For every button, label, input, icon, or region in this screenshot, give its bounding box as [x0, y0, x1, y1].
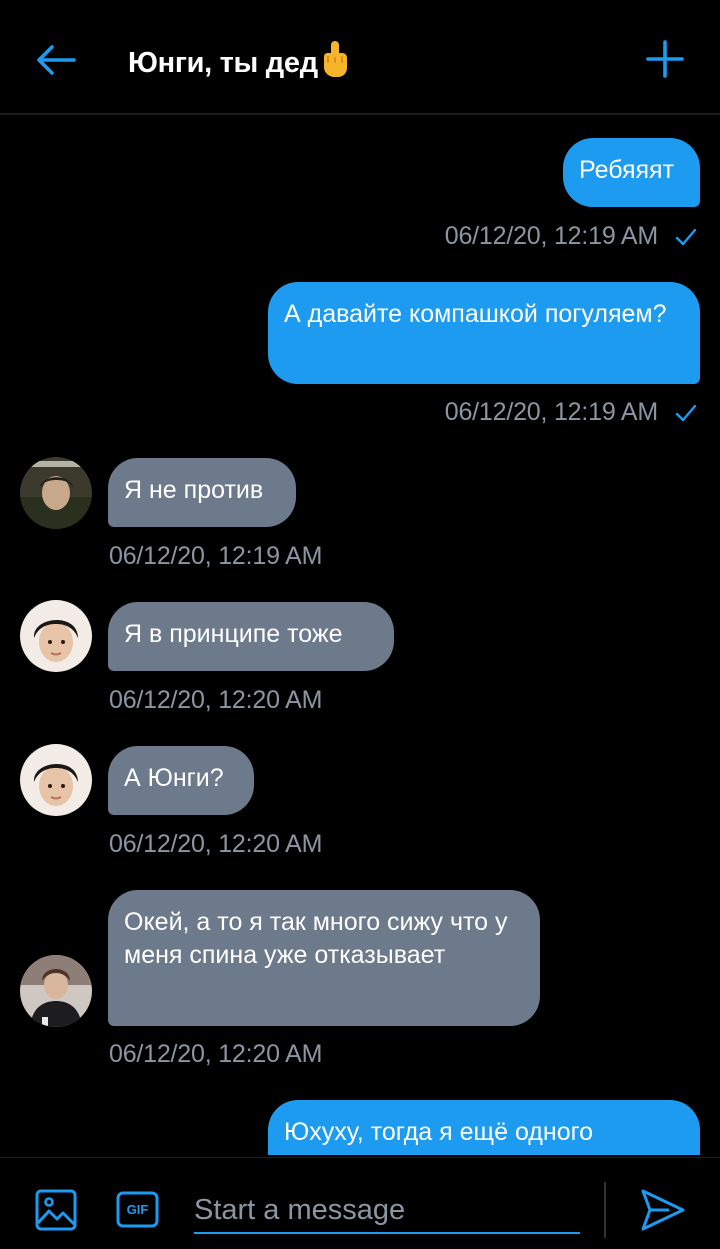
gif-button[interactable]: GIF [116, 1191, 159, 1228]
message-text: Я в принципе тоже [124, 620, 343, 648]
outgoing-message-bubble[interactable]: Ребяяят [563, 138, 700, 207]
middle-finger-emoji-icon [321, 40, 349, 86]
message-text: Окей, а то я так много сижу что у меня с… [124, 908, 508, 969]
incoming-message-bubble[interactable]: Я не против [108, 458, 296, 527]
message-text: А Юнги? [124, 764, 224, 792]
message-timestamp: 06/12/20, 12:19 AM [445, 222, 696, 251]
media-button[interactable] [35, 1189, 77, 1231]
message-timestamp: 06/12/20, 12:20 AM [109, 1040, 323, 1068]
message-list[interactable]: Ребяяят 06/12/20, 12:19 AM А давайте ком… [0, 115, 720, 1155]
message-timestamp: 06/12/20, 12:20 AM [109, 830, 323, 858]
add-participant-button[interactable] [638, 32, 692, 86]
avatar[interactable] [20, 457, 92, 529]
avatar[interactable] [20, 600, 92, 672]
send-icon [641, 1189, 685, 1231]
message-timestamp: 06/12/20, 12:19 AM [109, 542, 323, 570]
message-text: Юхуху, тогда я ещё одного [284, 1118, 594, 1146]
incoming-message-bubble[interactable]: Окей, а то я так много сижу что у меня с… [108, 890, 540, 1026]
message-input[interactable] [194, 1188, 580, 1234]
back-button[interactable] [30, 34, 82, 86]
message-text: Ребяяят [579, 156, 675, 184]
avatar[interactable] [20, 744, 92, 816]
image-icon [35, 1189, 77, 1231]
conversation-title[interactable]: Юнги, ты дед [128, 40, 349, 86]
outgoing-message-bubble[interactable]: А давайте компашкой погуляем? [268, 282, 700, 384]
incoming-message-bubble[interactable]: А Юнги? [108, 746, 254, 815]
gif-label: GIF [126, 1202, 149, 1217]
composer-divider [604, 1182, 606, 1238]
message-text: А давайте компашкой погуляем? [284, 300, 667, 328]
outgoing-message-bubble[interactable]: Юхуху, тогда я ещё одного [268, 1100, 700, 1155]
conversation-title-text: Юнги, ты дед [128, 46, 318, 79]
incoming-message-bubble[interactable]: Я в принципе тоже [108, 602, 394, 671]
send-button[interactable] [640, 1188, 686, 1232]
arrow-left-icon [37, 45, 76, 75]
message-composer: GIF [0, 1157, 720, 1249]
chat-header: Юнги, ты дед [0, 0, 720, 115]
check-icon [676, 228, 696, 245]
message-text: Я не против [124, 476, 264, 504]
check-icon [676, 404, 696, 421]
message-timestamp: 06/12/20, 12:19 AM [445, 398, 696, 427]
message-timestamp: 06/12/20, 12:20 AM [109, 686, 323, 714]
avatar[interactable] [20, 955, 92, 1027]
plus-icon [646, 40, 684, 78]
